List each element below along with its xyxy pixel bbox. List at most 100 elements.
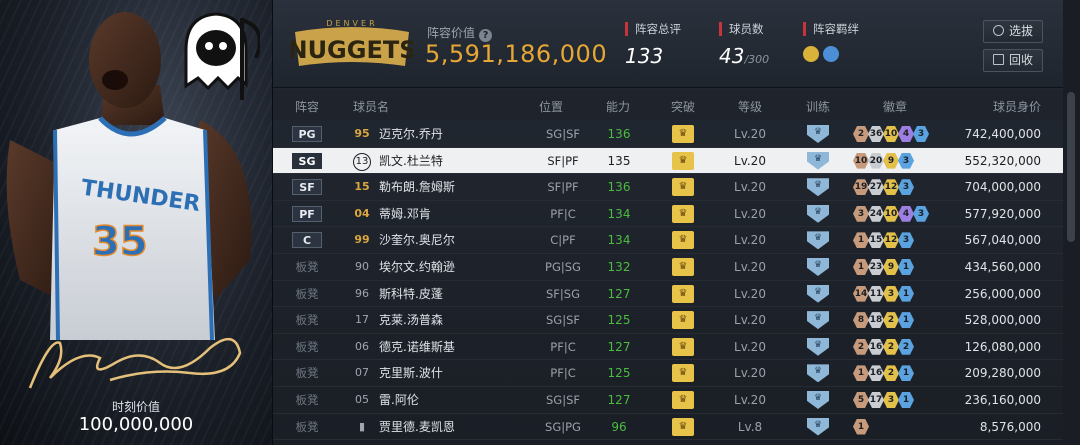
training-cell[interactable] [805, 334, 831, 360]
badge-bronze-icon: 1 [853, 232, 869, 249]
training-cell[interactable] [805, 227, 831, 253]
lineup-slot-bench[interactable]: 板凳 [291, 387, 323, 413]
training-shield-icon[interactable] [807, 311, 829, 330]
player-name[interactable]: 沙奎尔.奥尼尔 [379, 227, 529, 253]
training-shield-icon[interactable] [807, 364, 829, 383]
training-cell[interactable] [805, 307, 831, 333]
breakthrough-cell[interactable] [671, 387, 695, 413]
table-row[interactable]: C 99 沙奎尔.奥尼尔 C|PF 134 Lv.20 115123 567,040,000 [273, 227, 1063, 254]
training-shield-icon[interactable] [807, 417, 829, 436]
lineup-slot-bench[interactable]: 板凳 [291, 281, 323, 307]
breakthrough-crown-icon[interactable] [672, 257, 694, 276]
player-level: Lv.20 [734, 233, 766, 248]
breakthrough-cell[interactable] [671, 148, 695, 174]
player-name[interactable]: 勒布朗.詹姆斯 [379, 174, 529, 200]
training-cell[interactable] [805, 414, 831, 440]
breakthrough-crown-icon[interactable] [672, 284, 694, 303]
lineup-slot-bench[interactable]: 板凳 [291, 334, 323, 360]
lineup-slot[interactable]: PG [291, 121, 323, 147]
lineup-slot[interactable]: SF [291, 174, 323, 200]
training-cell[interactable] [805, 387, 831, 413]
training-shield-icon[interactable] [807, 178, 829, 197]
player-name[interactable]: 凯文.杜兰特 [379, 148, 529, 174]
player-name[interactable]: 雷.阿伦 [379, 387, 529, 413]
training-shield-icon[interactable] [807, 231, 829, 250]
recycle-icon [992, 54, 1004, 65]
table-row[interactable]: 板凳 17 克莱.汤普森 SG|SF 125 Lv.20 81821 528,000,000 [273, 307, 1063, 334]
table-row[interactable]: 板凳 ▮ 贾里德.麦凯恩 SG|PG 96 Lv.8 1 8,576,000 [273, 414, 1063, 441]
breakthrough-crown-icon[interactable] [672, 417, 694, 436]
breakthrough-crown-icon[interactable] [672, 231, 694, 250]
training-shield-icon[interactable] [807, 337, 829, 356]
badge-gold-icon: 3 [883, 391, 899, 408]
bond-blue-icon[interactable] [823, 46, 839, 62]
player-name[interactable]: 迈克尔.乔丹 [379, 121, 529, 147]
breakthrough-cell[interactable] [671, 227, 695, 253]
table-row[interactable]: SF 15 勒布朗.詹姆斯 SF|PF 136 Lv.20 1927123 704,000,0… [273, 174, 1063, 201]
breakthrough-cell[interactable] [671, 414, 695, 440]
training-cell[interactable] [805, 174, 831, 200]
player-name[interactable]: 克里斯.波什 [379, 360, 529, 386]
training-cell[interactable] [805, 254, 831, 280]
training-cell[interactable] [805, 360, 831, 386]
bond-icons[interactable] [803, 46, 859, 62]
player-name[interactable]: 德克.诺维斯基 [379, 334, 529, 360]
scrollbar-thumb[interactable] [1067, 92, 1075, 242]
breakthrough-cell[interactable] [671, 174, 695, 200]
lineup-slot-bench[interactable]: 板凳 [291, 360, 323, 386]
training-shield-icon[interactable] [807, 257, 829, 276]
training-shield-icon[interactable] [807, 204, 829, 223]
training-shield-icon[interactable] [807, 151, 829, 170]
player-name[interactable]: 埃尔文.约翰逊 [379, 254, 529, 280]
breakthrough-crown-icon[interactable] [672, 337, 694, 356]
breakthrough-cell[interactable] [671, 360, 695, 386]
breakthrough-crown-icon[interactable] [672, 125, 694, 143]
table-row[interactable]: PF04蒂姆.邓肯PF|C134Lv.203241043577,920,000 [273, 201, 1063, 228]
breakthrough-crown-icon[interactable] [672, 364, 694, 383]
table-row[interactable]: 板凳 96 斯科特.皮蓬 SF|SG 127 Lv.20 141131 256,000,000 [273, 281, 1063, 308]
training-shield-icon[interactable] [807, 284, 829, 303]
breakthrough-crown-icon[interactable] [672, 204, 694, 223]
recycle-button[interactable]: 回收 [983, 49, 1043, 72]
table-row[interactable]: 板凳06德克.诺维斯基PF|C127Lv.2021622126,080,000 [273, 334, 1063, 361]
training-cell[interactable] [805, 281, 831, 307]
breakthrough-crown-icon[interactable] [672, 151, 694, 170]
table-row[interactable]: 板凳07克里斯.波什PF|C125Lv.2011621209,280,000 [273, 360, 1063, 387]
select-button[interactable]: 选拔 [983, 20, 1043, 43]
player-name[interactable]: 克莱.汤普森 [379, 307, 529, 333]
breakthrough-crown-icon[interactable] [672, 178, 694, 197]
badge-blue-icon: 1 [898, 258, 914, 275]
table-row[interactable]: PG 95 迈克尔.乔丹 SG|SF 136 Lv.20 2361043 742,400,00… [273, 121, 1063, 148]
training-cell[interactable] [805, 148, 831, 174]
table-row[interactable]: 板凳90埃尔文.约翰逊PG|SG132Lv.2012391434,560,000 [273, 254, 1063, 281]
breakthrough-cell[interactable] [671, 121, 695, 147]
training-cell[interactable] [805, 201, 831, 227]
lineup-slot[interactable]: C [291, 227, 323, 253]
lineup-slot[interactable]: SG [291, 148, 323, 174]
player-name[interactable]: 蒂姆.邓肯 [379, 201, 529, 227]
lineup-slot-bench[interactable]: 板凳 [291, 414, 323, 440]
breakthrough-crown-icon[interactable] [672, 311, 694, 330]
breakthrough-cell[interactable] [671, 307, 695, 333]
lineup-slot-bench[interactable]: 板凳 [291, 307, 323, 333]
lineup-slot[interactable]: PF [291, 201, 323, 227]
bond-gold-icon[interactable] [803, 46, 819, 62]
breakthrough-cell[interactable] [671, 334, 695, 360]
training-cell[interactable] [805, 121, 831, 147]
table-row[interactable]: SG 13 凯文.杜兰特 SF|PF 135 Lv.20 102093 552,320,000 [273, 147, 1063, 175]
breakthrough-crown-icon[interactable] [672, 390, 694, 409]
training-shield-icon[interactable] [807, 125, 829, 143]
breakthrough-cell[interactable] [671, 281, 695, 307]
player-name[interactable]: 贾里德.麦凯恩 [379, 414, 529, 440]
breakthrough-cell[interactable] [671, 254, 695, 280]
stat-count-max: /300 [744, 53, 770, 66]
player-card[interactable]: THUNDER 35 时刻价值 100,000,000 [0, 0, 272, 445]
scrollbar[interactable] [1063, 0, 1080, 445]
breakthrough-cell[interactable] [671, 201, 695, 227]
lineup-slot-bench[interactable]: 板凳 [291, 254, 323, 280]
stat-lineup-bond[interactable]: 阵容羁绊 [803, 22, 859, 62]
jersey-number: 90 [355, 259, 369, 273]
table-row[interactable]: 板凳 05 雷.阿伦 SG|SF 127 Lv.20 51731 236,160,000 [273, 387, 1063, 414]
player-name[interactable]: 斯科特.皮蓬 [379, 281, 529, 307]
training-shield-icon[interactable] [807, 390, 829, 409]
